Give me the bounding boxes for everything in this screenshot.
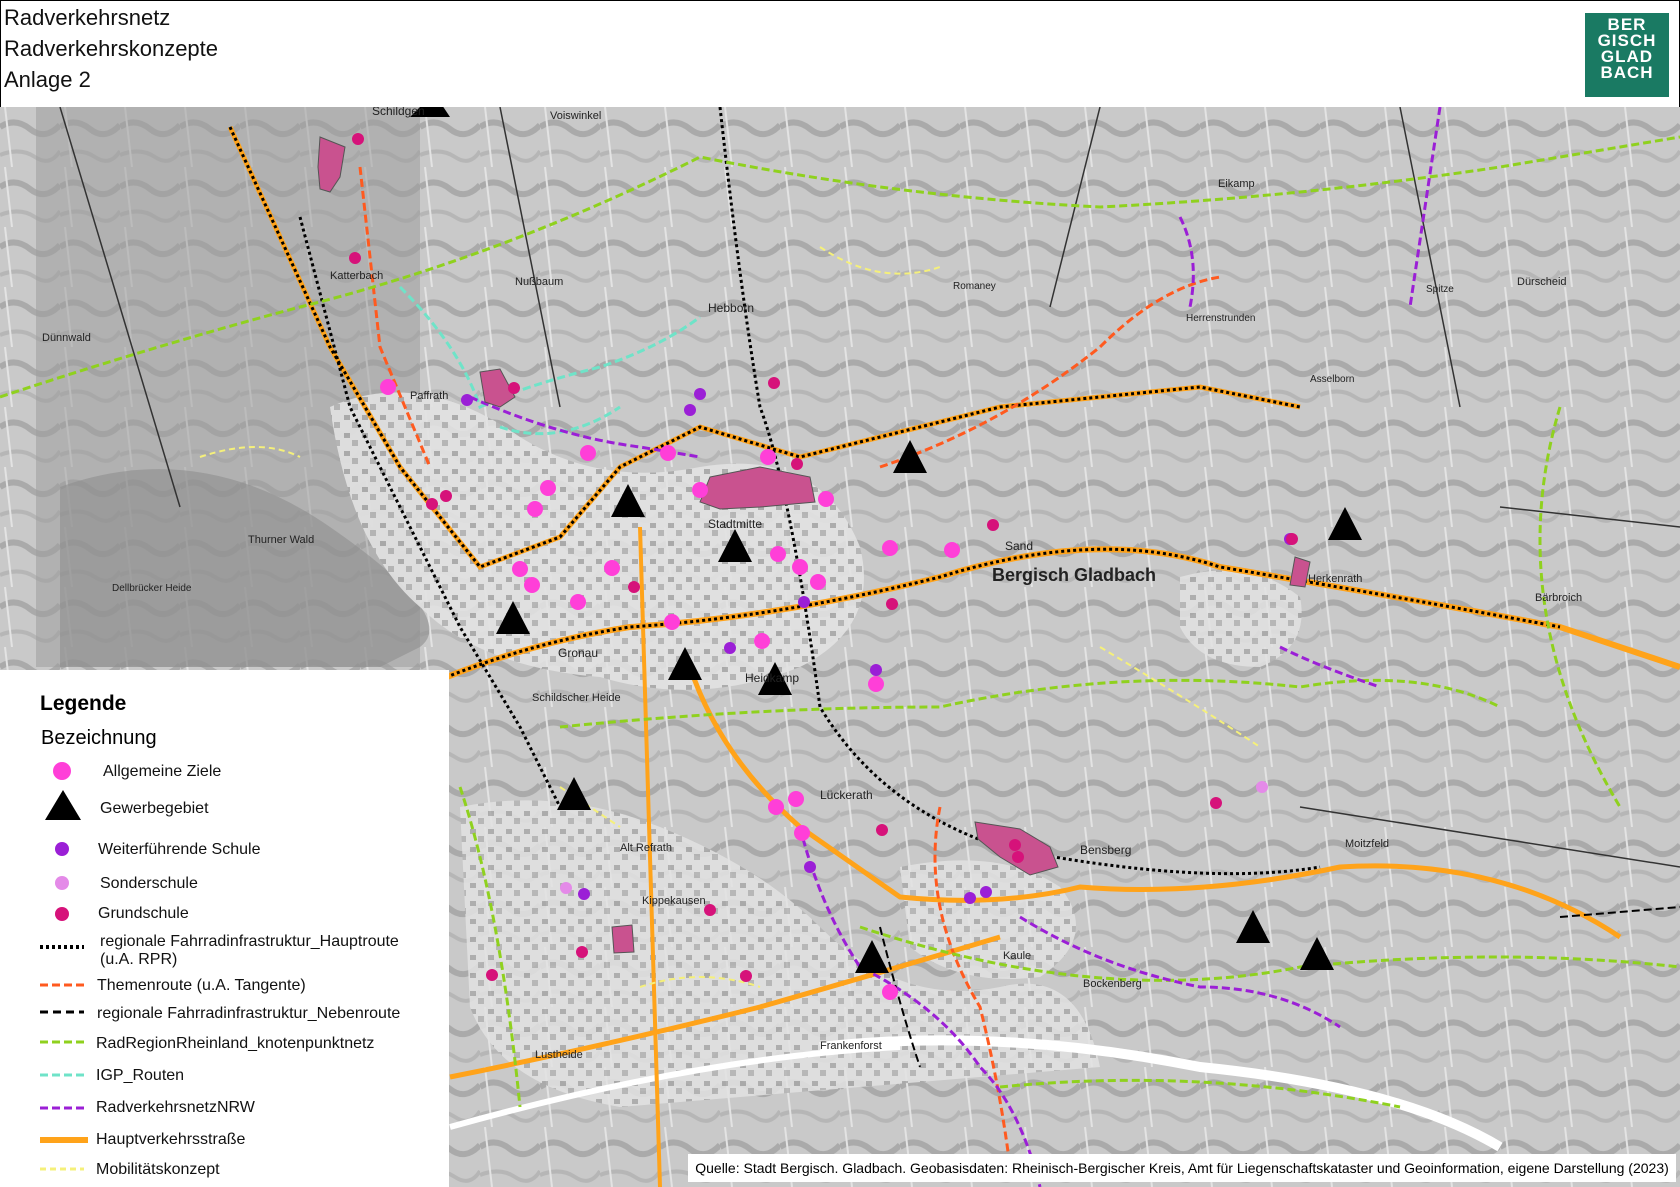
place-label: Katterbach	[330, 270, 383, 282]
place-label: Voiswinkel	[550, 110, 601, 122]
place-label: Bergisch Gladbach	[992, 565, 1156, 585]
legend-item-nebenroute: regionale Fahrradinfrastruktur_Nebenrout…	[0, 997, 449, 1027]
place-label: Nußbaum	[515, 276, 563, 288]
legend-item-hauptroute: regionale Fahrradinfrastruktur_Hauptrout…	[0, 932, 449, 972]
legend-item-igp-routen: IGP_Routen	[0, 1060, 449, 1090]
legend-item-radverkehrsnetz-nrw: RadverkehrsnetzNRW	[0, 1093, 449, 1123]
black-dashed-line-icon	[40, 1010, 84, 1014]
place-label: Herrenstrunden	[1186, 313, 1255, 324]
place-label: Bensberg	[1080, 843, 1131, 857]
place-label: Hebborn	[708, 301, 754, 315]
legend-item-weiterfuehrende-schule: Weiterführende Schule	[0, 833, 449, 863]
purple-circle-icon	[55, 842, 69, 856]
yellow-dashed-line-icon	[40, 1167, 84, 1171]
place-label: Dürscheid	[1517, 276, 1567, 288]
legend-item-knotenpunktnetz: RadRegionRheinland_knotenpunktnetz	[0, 1027, 449, 1057]
source-note: Quelle: Stadt Bergisch. Gladbach. Geobas…	[688, 1154, 1676, 1182]
legend-item-allgemeine-ziele: Allgemeine Ziele	[0, 757, 449, 787]
place-label: Romaney	[953, 281, 996, 292]
legend-subtitle: Bezeichnung	[41, 727, 157, 749]
place-label: Lückerath	[820, 788, 873, 802]
title-header: Radverkehrsnetz Radverkehrskonzepte Anla…	[0, 0, 1680, 108]
orange-thick-line-icon	[40, 1137, 88, 1143]
cyan-dashed-line-icon	[40, 1073, 84, 1077]
black-triangle-icon	[45, 790, 81, 820]
place-label: Lustheide	[535, 1049, 583, 1061]
legend-item-gewerbegebiet: Gewerbegebiet	[0, 790, 449, 820]
place-label: Spitze	[1426, 284, 1454, 295]
place-label: Paffrath	[410, 390, 448, 402]
title-line-1: Radverkehrsnetz	[4, 5, 171, 30]
place-label: Sand	[1005, 539, 1033, 553]
legend-item-grundschule: Grundschule	[0, 898, 449, 928]
place-label: Herkenrath	[1308, 573, 1362, 585]
place-label: Schildscher Heide	[532, 692, 621, 704]
place-label: Heidkamp	[745, 671, 799, 685]
place-label: Kaule	[1003, 950, 1031, 962]
place-label: Dünnwald	[42, 332, 91, 344]
lilac-circle-icon	[55, 876, 69, 890]
pink-circle-icon	[53, 762, 71, 780]
place-label: Bockenberg	[1083, 978, 1142, 990]
dotted-line-icon	[40, 945, 84, 949]
legend-item-sonderschule: Sonderschule	[0, 867, 449, 897]
logo-line-4: BACH	[1600, 63, 1654, 82]
place-label: Bärbroich	[1535, 592, 1582, 604]
place-label: Moitzfeld	[1345, 838, 1389, 850]
place-label: Eikamp	[1218, 178, 1255, 190]
place-label: Thurner Wald	[248, 534, 314, 546]
magenta-circle-icon	[55, 907, 69, 921]
place-label: Schildgen	[372, 107, 425, 118]
legend-item-mobilitaetskonzept: Mobilitätskonzept	[0, 1154, 449, 1184]
place-label: Gronau	[558, 646, 598, 660]
place-label: Alt Refrath	[620, 842, 672, 854]
legend-title: Legende	[40, 692, 127, 715]
place-label: Kippekausen	[642, 895, 706, 907]
title-line-2: Radverkehrskonzepte	[4, 36, 219, 61]
city-logo: BER GISCH GLAD BACH	[1585, 13, 1669, 97]
legend-item-hauptverkehrsstrasse: Hauptverkehrsstraße	[0, 1125, 449, 1155]
place-label: Stadtmitte	[708, 517, 762, 531]
purple-dashed-line-icon	[40, 1106, 84, 1110]
place-label: Frankenforst	[820, 1040, 882, 1052]
orange-dashed-line-icon	[40, 983, 84, 987]
legend-item-themenroute: Themenroute (u.A. Tangente)	[0, 970, 449, 1000]
place-label: Asselborn	[1310, 374, 1354, 385]
title-line-3: Anlage 2	[4, 67, 91, 92]
place-label: Dellbrücker Heide	[112, 583, 192, 594]
green-dashed-line-icon	[40, 1040, 84, 1044]
